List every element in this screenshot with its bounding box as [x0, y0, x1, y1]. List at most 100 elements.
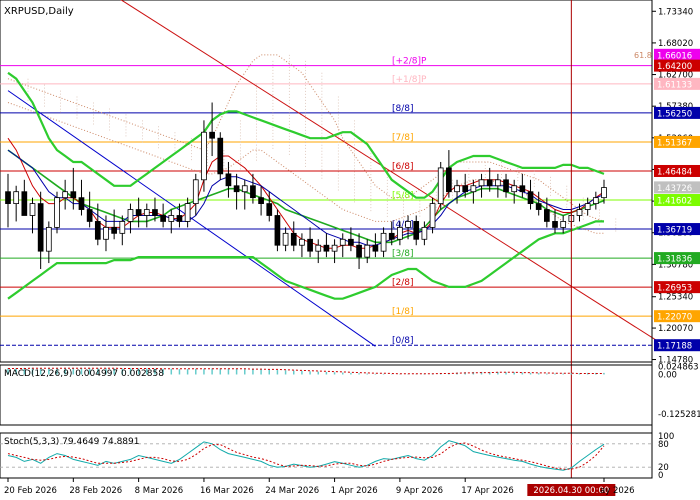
candle-body-38 [315, 244, 322, 252]
candle-body-5 [45, 226, 52, 252]
price-marker-label-5: 1.46484 [657, 167, 692, 177]
candle-body-72 [592, 197, 599, 204]
candle-body-19 [160, 215, 166, 222]
candle-body-67 [552, 221, 558, 228]
price-marker-label-7: 1.41602 [657, 197, 692, 207]
candle-body-30 [250, 185, 256, 199]
candle-body-48 [397, 226, 403, 240]
murrey-label-3: [7/8] [392, 133, 414, 143]
murrey-label-7: [3/8] [392, 249, 414, 259]
candle-body-42 [348, 238, 354, 246]
x-axis-label-4: 24 Mar 2026 [265, 486, 319, 496]
murrey-label-9: [1/8] [392, 307, 414, 317]
price-tick-label-0: 1.73340 [658, 7, 693, 17]
macd-tick-label-2: -0.125281 [658, 410, 700, 420]
candle-body-58 [478, 179, 485, 187]
candle-body-36 [299, 238, 305, 246]
price-marker-label-1: 1.64200 [657, 62, 692, 72]
price-tick-label-10: 1.20070 [658, 324, 693, 334]
candle-body-9 [78, 197, 85, 210]
candle-body-70 [576, 209, 583, 216]
candle-body-26 [217, 137, 224, 175]
candle-body-56 [462, 185, 469, 193]
price-marker-label-6: 1.43726 [657, 184, 692, 194]
candle-body-47 [388, 232, 395, 240]
candle-body-32 [266, 203, 273, 216]
candle-body-40 [331, 244, 338, 252]
candle-body-21 [176, 215, 183, 222]
candle-body-59 [486, 179, 493, 187]
stoch-label: Stoch(5,3,3) 79.4649 74.8891 [4, 437, 139, 447]
candle-body-37 [307, 238, 313, 252]
candle-body-20 [168, 215, 175, 222]
macd-tick-label-1: 0.00 [658, 370, 677, 380]
price-marker-label-12: 1.17188 [657, 342, 692, 352]
price-marker-label-10: 1.26953 [657, 284, 692, 294]
x-axis-label-3: 16 Mar 2026 [200, 486, 254, 496]
candle-body-22 [184, 203, 191, 222]
candle-body-61 [503, 179, 509, 193]
xrpusd-chart: [+2/8]P[+1/8]P[8/8][7/8][6/8][5/8][4/8][… [0, 0, 700, 500]
candle-body-65 [535, 203, 542, 210]
candle-body-25 [209, 131, 215, 139]
candle-body-16 [135, 209, 142, 216]
candle-body-68 [560, 221, 567, 228]
x-axis-label-9: ay 2026 [600, 486, 635, 496]
macd-label: MACD(12,26,9) 0.004997 0.002858 [4, 369, 164, 379]
candle-body-34 [282, 232, 289, 246]
price-marker-label-2: 1.61133 [657, 80, 692, 90]
price-marker-label-11: 1.22070 [657, 313, 692, 323]
candle-body-31 [258, 197, 264, 204]
candle-body-7 [62, 191, 69, 199]
x-axis-label-1: 28 Feb 2026 [69, 486, 122, 496]
murrey-label-10: [0/8] [392, 336, 414, 346]
candle-body-13 [111, 226, 117, 234]
candle-body-14 [119, 221, 126, 234]
murrey-label-0: [+2/8]P [392, 57, 427, 67]
x-axis-label-2: 8 Mar 2026 [135, 486, 183, 496]
price-marker-label-9: 1.31836 [657, 255, 692, 265]
candle-body-41 [339, 238, 346, 246]
candle-body-27 [225, 173, 232, 187]
candle-body-62 [511, 185, 518, 193]
candle-body-29 [241, 185, 248, 193]
candle-body-53 [437, 167, 444, 204]
murrey-label-8: [2/8] [392, 278, 414, 288]
candle-body-23 [192, 179, 199, 204]
stoch-tick-label-1: 80 [658, 440, 669, 450]
candle-body-1 [13, 191, 20, 204]
x-axis-label-5: 1 Apr 2026 [331, 486, 378, 496]
price-tick-label-9: 1.25340 [658, 293, 693, 303]
candle-body-24 [201, 131, 207, 181]
price-marker-label-4: 1.51367 [657, 138, 692, 148]
candle-body-63 [519, 185, 526, 193]
price-marker-label-3: 1.56250 [657, 109, 692, 119]
candle-body-46 [380, 232, 387, 252]
candle-body-43 [356, 244, 362, 258]
x-axis-label-0: 20 Feb 2026 [4, 486, 57, 496]
candle-body-51 [421, 226, 428, 240]
candle-body-17 [143, 209, 150, 216]
candle-body-11 [94, 221, 101, 240]
candle-body-2 [21, 191, 28, 216]
candle-body-57 [470, 185, 477, 193]
candle-body-3 [29, 203, 36, 216]
candle-body-4 [37, 203, 44, 252]
candle-body-73 [601, 187, 607, 199]
candle-body-54 [446, 167, 452, 193]
murrey-label-1: [+1/8]P [392, 75, 427, 85]
candle-body-33 [274, 215, 281, 246]
candle-body-50 [413, 221, 420, 240]
candle-body-55 [454, 185, 460, 193]
murrey-label-2: [8/8] [392, 104, 414, 114]
candle-body-44 [364, 244, 371, 258]
x-axis-label-6: 9 Apr 2026 [396, 486, 443, 496]
candle-body-60 [495, 179, 501, 187]
murrey-label-4: [6/8] [392, 162, 414, 172]
candle-body-10 [86, 209, 93, 222]
candle-body-64 [527, 191, 534, 204]
price-marker-label-8: 1.36719 [657, 226, 692, 236]
candle-body-8 [70, 191, 77, 199]
symbol-label: XRPUSD,Daily [4, 6, 74, 17]
candle-body-28 [233, 185, 240, 193]
